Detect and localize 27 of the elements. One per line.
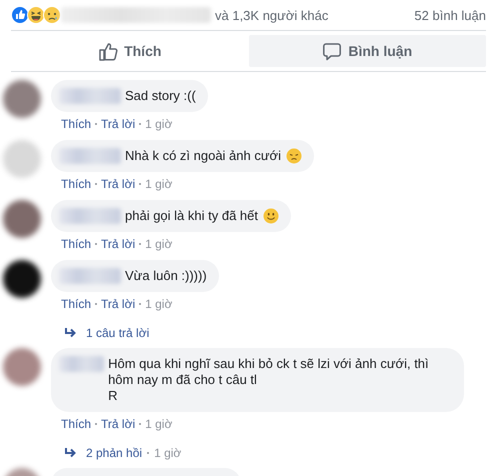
timestamp: 1 giờ — [145, 117, 172, 131]
reply-link[interactable]: Trả lời — [101, 117, 136, 131]
timestamp: 1 giờ — [145, 177, 172, 191]
comment-text: phải gọi là khi ty đã hết — [125, 208, 258, 224]
view-replies-link[interactable]: 2 phản hồi — [86, 446, 142, 460]
timestamp: 1 giờ — [145, 297, 172, 311]
like-link[interactable]: Thích — [61, 177, 92, 191]
like-button[interactable]: Thích — [11, 35, 248, 67]
reply-link[interactable]: Trả lời — [101, 297, 136, 311]
like-link[interactable]: Thích — [61, 237, 92, 251]
reply-link[interactable]: Trả lời — [101, 417, 136, 431]
like-link[interactable]: Thích — [61, 297, 92, 311]
comment-count[interactable]: 52 bình luận — [414, 8, 486, 22]
like-link[interactable]: Thích — [61, 117, 92, 131]
like-link[interactable]: Thích — [61, 417, 92, 431]
timestamp: 1 giờ — [154, 446, 182, 460]
comment-button[interactable]: Bình luận — [248, 35, 486, 67]
view-replies-link[interactable]: 1 câu trả lời — [86, 326, 150, 340]
timestamp: 1 giờ — [145, 237, 172, 251]
comment-text: Sad story :(( — [125, 88, 196, 104]
comment-text: Vừa luôn :))))) — [125, 268, 207, 284]
comment-text: Nhà k có zì ngoài ảnh cưới — [125, 148, 281, 164]
reply-link[interactable]: Trả lời — [101, 237, 136, 251]
reactors-text[interactable]: và 1,3K người khác — [215, 8, 414, 22]
timestamp: 1 giờ — [145, 417, 172, 431]
comment-text: Hôm qua khi nghĩ sau khi bỏ ck t sẽ lzi với ảnh cưới, thì hôm nay m đã cho t câu tl R — [108, 356, 430, 404]
reply-link[interactable]: Trả lời — [101, 177, 136, 191]
